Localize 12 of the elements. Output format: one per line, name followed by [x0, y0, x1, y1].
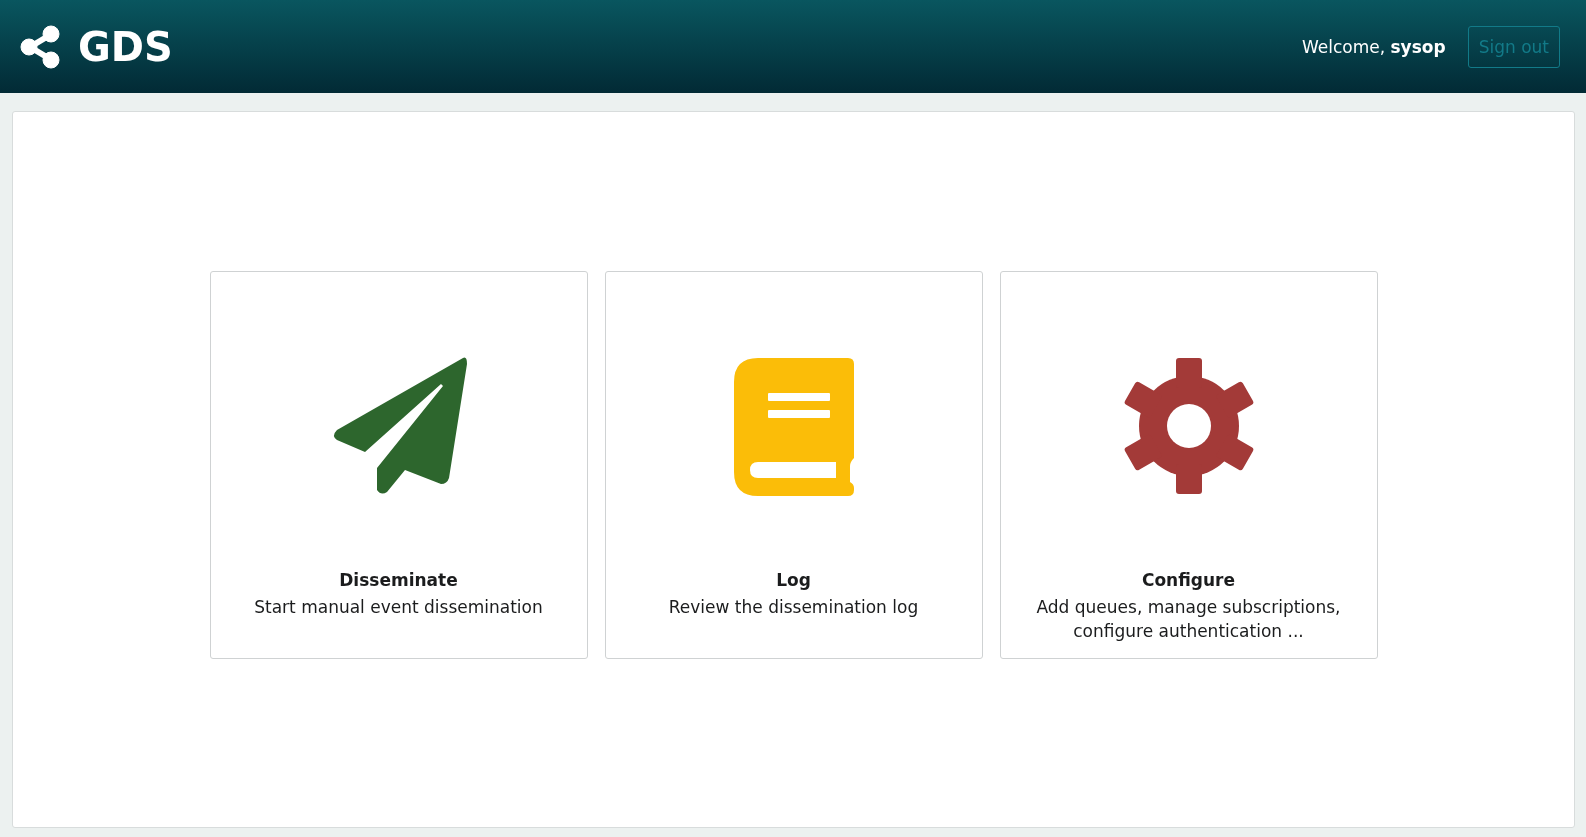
menu-card[interactable]: Configure Add queues, manage subscriptions, configure authentication ... [999, 270, 1378, 659]
card-description: Add queues, manage subscriptions, configure authentication ... [1035, 595, 1342, 644]
card-description: Review the dissemination log [668, 595, 919, 619]
share-icon [20, 24, 60, 69]
card-description: Start manual event dissemination [254, 595, 543, 619]
welcome-text: Welcome, sysop [1301, 36, 1446, 57]
menu-card[interactable]: Disseminate Start manual event dissemination [209, 270, 588, 659]
menu-card[interactable]: Log Review the dissemination log [604, 270, 983, 659]
app-title: GDS [78, 23, 173, 70]
card-title: Configure [1141, 569, 1235, 590]
card-title: Log [776, 569, 811, 590]
card-title: Disseminate [339, 569, 458, 590]
